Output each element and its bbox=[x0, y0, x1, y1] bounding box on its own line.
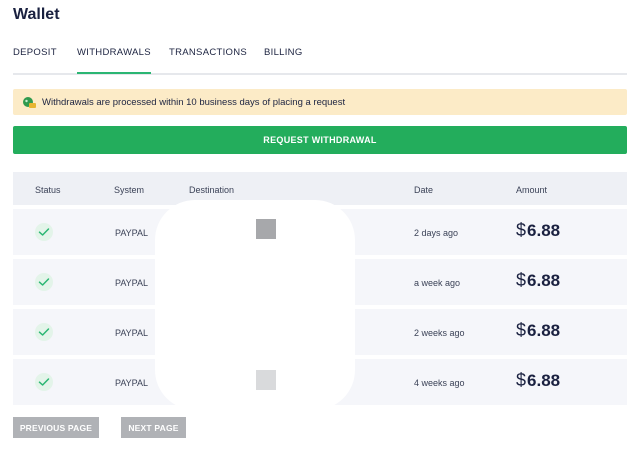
row-amount: $6.88 bbox=[516, 270, 560, 291]
previous-page-button[interactable]: PREVIOUS PAGE bbox=[13, 417, 99, 438]
row-amount: $6.88 bbox=[516, 320, 560, 341]
header-date: Date bbox=[414, 185, 434, 195]
row-system: PAYPAL bbox=[115, 278, 149, 288]
header-destination: Destination bbox=[189, 185, 235, 195]
header-amount: Amount bbox=[516, 185, 548, 195]
tab-deposit[interactable]: DEPOSIT bbox=[13, 47, 57, 72]
row-date: 2 days ago bbox=[414, 228, 459, 238]
row-date: 2 weeks ago bbox=[414, 328, 465, 338]
tab-billing[interactable]: BILLING bbox=[264, 47, 303, 72]
currency-symbol: $ bbox=[516, 270, 527, 290]
row-system: PAYPAL bbox=[115, 378, 149, 388]
header-status: Status bbox=[35, 185, 61, 195]
money-bag-icon bbox=[22, 95, 36, 109]
tab-withdrawals[interactable]: WITHDRAWALS bbox=[77, 47, 151, 74]
row-date: 4 weeks ago bbox=[414, 378, 465, 388]
row-system: PAYPAL bbox=[115, 228, 149, 238]
page-title: Wallet bbox=[13, 6, 60, 23]
destination-thumbnail bbox=[256, 219, 276, 239]
amount-value: 6.88 bbox=[527, 271, 561, 290]
header-system: System bbox=[114, 185, 145, 195]
amount-value: 6.88 bbox=[527, 221, 561, 240]
redaction-mask bbox=[155, 200, 355, 410]
row-system: PAYPAL bbox=[115, 328, 149, 338]
row-amount: $6.88 bbox=[516, 370, 560, 391]
currency-symbol: $ bbox=[516, 320, 527, 340]
check-icon bbox=[35, 223, 53, 241]
request-withdrawal-button[interactable]: REQUEST WITHDRAWAL bbox=[13, 126, 627, 154]
currency-symbol: $ bbox=[516, 370, 527, 390]
withdrawal-notice: Withdrawals are processed within 10 busi… bbox=[13, 89, 627, 115]
destination-thumbnail bbox=[256, 370, 276, 390]
tab-bar: DEPOSIT WITHDRAWALS TRANSACTIONS BILLING bbox=[13, 43, 627, 75]
currency-symbol: $ bbox=[516, 220, 527, 240]
tab-transactions[interactable]: TRANSACTIONS bbox=[169, 47, 247, 72]
amount-value: 6.88 bbox=[527, 371, 561, 390]
next-page-button[interactable]: NEXT PAGE bbox=[121, 417, 186, 438]
check-icon bbox=[35, 373, 53, 391]
amount-value: 6.88 bbox=[527, 321, 561, 340]
row-date: a week ago bbox=[414, 278, 461, 288]
row-amount: $6.88 bbox=[516, 220, 560, 241]
notice-text: Withdrawals are processed within 10 busi… bbox=[42, 96, 346, 108]
check-icon bbox=[35, 323, 53, 341]
check-icon bbox=[35, 273, 53, 291]
